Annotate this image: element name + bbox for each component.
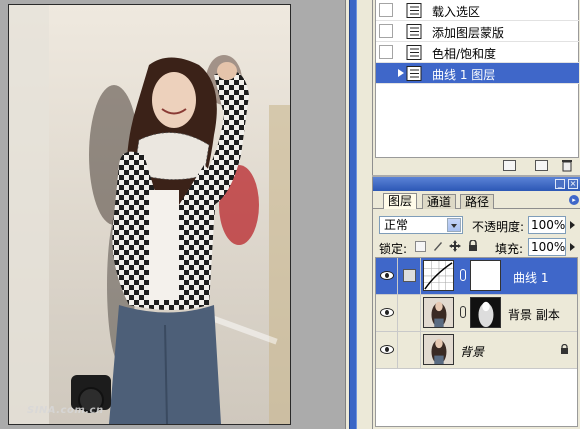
close-icon[interactable]: × bbox=[568, 179, 578, 189]
lock-label: 锁定: bbox=[379, 242, 408, 256]
trash-icon[interactable] bbox=[561, 159, 573, 172]
new-document-from-state-icon[interactable] bbox=[503, 160, 516, 171]
history-item-label: 载入选区 bbox=[432, 5, 481, 19]
layer-lock-icon bbox=[561, 344, 568, 354]
document-photo[interactable] bbox=[9, 5, 290, 424]
tab-paths[interactable]: 路径 bbox=[460, 194, 495, 209]
history-item-selected[interactable]: 曲线 1 图层 bbox=[376, 63, 579, 84]
opacity-value: 100% bbox=[531, 218, 566, 232]
mask-link-chain-icon[interactable] bbox=[460, 306, 466, 318]
layer-name: 背景 bbox=[460, 345, 485, 359]
history-checkbox[interactable] bbox=[379, 3, 393, 17]
panel-separator bbox=[345, 0, 372, 429]
history-state-marker-icon bbox=[398, 69, 404, 77]
layer-visibility-toggle[interactable] bbox=[376, 332, 398, 368]
layer-row-background[interactable]: 背景 bbox=[376, 332, 577, 369]
fill-input[interactable]: 100% bbox=[528, 238, 566, 256]
panel-tabs: 图层 通道 路径 ▸ bbox=[373, 191, 580, 209]
history-state-icon bbox=[406, 3, 422, 18]
canvas-workspace: SINA.com.cn bbox=[0, 0, 345, 429]
layer-name: 曲线 1 bbox=[513, 271, 549, 285]
history-state-icon bbox=[406, 45, 422, 60]
tab-layers[interactable]: 图层 bbox=[383, 193, 418, 209]
eye-icon bbox=[380, 271, 394, 280]
history-item[interactable]: 添加图层蒙版 bbox=[376, 21, 579, 42]
blend-mode-select[interactable]: 正常 bbox=[379, 216, 463, 234]
layer-mask-thumbnail[interactable] bbox=[470, 260, 501, 291]
document-window[interactable]: SINA.com.cn bbox=[8, 4, 291, 425]
layer-visibility-toggle[interactable] bbox=[376, 295, 398, 331]
layer-row-curves[interactable]: 曲线 1 bbox=[376, 258, 577, 295]
vertical-scrollbar[interactable] bbox=[349, 0, 357, 429]
mask-link-chain-icon[interactable] bbox=[460, 269, 466, 281]
history-checkbox[interactable] bbox=[379, 45, 393, 59]
history-panel: 载入选区 添加图层蒙版 色相/饱和度 曲线 1 图层 bbox=[372, 0, 580, 175]
layer-mask-thumbnail[interactable] bbox=[470, 297, 501, 328]
history-checkbox[interactable] bbox=[379, 24, 393, 38]
history-item[interactable]: 色相/饱和度 bbox=[376, 42, 579, 63]
layer-thumbnail bbox=[423, 334, 454, 365]
new-snapshot-icon[interactable] bbox=[535, 160, 548, 171]
opacity-slider-toggle-icon[interactable] bbox=[569, 218, 577, 232]
blend-mode-value: 正常 bbox=[384, 218, 409, 232]
layer-row-background-copy[interactable]: 背景 副本 bbox=[376, 295, 577, 332]
tab-channels[interactable]: 通道 bbox=[422, 194, 457, 209]
photo-watermark: SINA.com.cn bbox=[27, 405, 104, 416]
layer-link-toggle[interactable] bbox=[399, 332, 421, 368]
layer-link-toggle[interactable] bbox=[399, 295, 421, 331]
panel-title-bar[interactable]: _ × bbox=[373, 177, 580, 191]
eye-icon bbox=[380, 345, 394, 354]
history-state-icon bbox=[406, 24, 422, 39]
lock-transparent-icon[interactable] bbox=[415, 241, 426, 252]
eye-icon bbox=[380, 308, 394, 317]
layer-link-toggle[interactable] bbox=[399, 258, 421, 294]
history-list: 载入选区 添加图层蒙版 色相/饱和度 曲线 1 图层 bbox=[375, 0, 579, 158]
layer-visibility-toggle[interactable] bbox=[376, 258, 398, 294]
lock-position-move-icon[interactable] bbox=[449, 240, 461, 252]
fill-label: 填充: bbox=[495, 242, 524, 256]
layer-thumbnail bbox=[423, 297, 454, 328]
history-footer bbox=[375, 158, 579, 174]
layer-list: 曲线 1 背景 副本 背景 bbox=[375, 257, 578, 427]
history-item-label: 色相/饱和度 bbox=[432, 47, 497, 61]
chevron-down-icon[interactable] bbox=[447, 218, 461, 232]
lock-image-brush-icon[interactable] bbox=[432, 240, 444, 252]
history-item-label: 曲线 1 图层 bbox=[432, 68, 496, 82]
panel-menu-icon[interactable]: ▸ bbox=[569, 195, 579, 205]
history-item-label: 添加图层蒙版 bbox=[432, 26, 505, 40]
curves-adjustment-thumbnail bbox=[423, 260, 454, 291]
lock-all-icon[interactable] bbox=[468, 240, 478, 252]
fill-slider-toggle-icon[interactable] bbox=[569, 240, 577, 254]
opacity-label: 不透明度: bbox=[472, 220, 525, 234]
adjustment-mask-icon bbox=[403, 269, 416, 282]
minimize-icon[interactable]: _ bbox=[555, 179, 565, 189]
history-item[interactable]: 载入选区 bbox=[376, 0, 579, 21]
history-state-icon bbox=[406, 66, 422, 81]
fill-value: 100% bbox=[531, 240, 566, 254]
layers-panel: _ × 图层 通道 路径 ▸ 正常 不透明度: 100% 锁定: 填充: 100… bbox=[372, 177, 580, 429]
opacity-input[interactable]: 100% bbox=[528, 216, 566, 234]
layer-name: 背景 副本 bbox=[508, 308, 560, 322]
history-checkbox[interactable] bbox=[379, 66, 393, 80]
